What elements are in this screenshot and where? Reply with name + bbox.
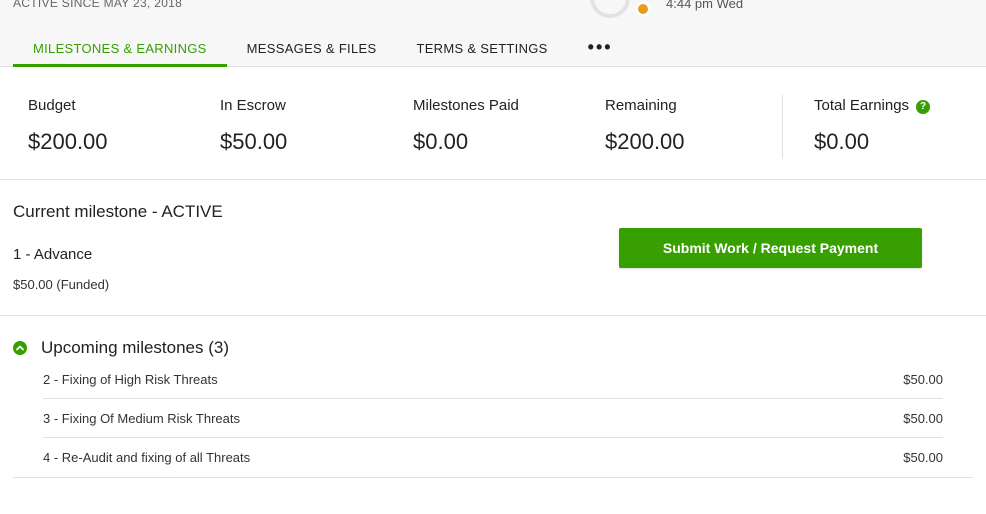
- tab-terms-settings[interactable]: TERMS & SETTINGS: [396, 33, 567, 67]
- stat-label: Total Earnings?: [814, 97, 931, 114]
- more-options-icon[interactable]: •••: [568, 33, 633, 67]
- stat-budget: Budget $200.00: [28, 97, 108, 155]
- local-time: 4:44 pm Wed: [666, 0, 744, 11]
- online-status-icon: [636, 2, 650, 16]
- upcoming-milestones-toggle[interactable]: Upcoming milestones (3): [13, 338, 229, 358]
- list-item: 2 - Fixing of High Risk Threats $50.00: [43, 360, 943, 399]
- section-divider: [13, 477, 973, 478]
- stat-label: Milestones Paid: [413, 97, 519, 114]
- tab-bar: MILESTONES & EARNINGS MESSAGES & FILES T…: [13, 33, 633, 67]
- milestone-name: 2 - Fixing of High Risk Threats: [43, 372, 218, 387]
- stat-milestones-paid: Milestones Paid $0.00: [413, 97, 519, 155]
- milestone-amount: $50.00: [903, 411, 943, 426]
- milestone-amount: $50.00: [903, 450, 943, 465]
- tab-milestones-earnings[interactable]: MILESTONES & EARNINGS: [13, 33, 227, 67]
- earnings-summary: Budget $200.00 In Escrow $50.00 Mileston…: [0, 67, 986, 180]
- upcoming-milestones-list: 2 - Fixing of High Risk Threats $50.00 3…: [43, 360, 943, 477]
- stat-label: Remaining: [605, 97, 677, 114]
- stat-value: $0.00: [814, 129, 870, 154]
- stat-value: $0.00: [413, 129, 469, 154]
- current-milestone-amount: $50.00 (Funded): [13, 277, 110, 292]
- stat-total-earnings: Total Earnings? $0.00: [814, 97, 931, 155]
- stat-value: $200.00: [605, 129, 685, 154]
- milestone-name: 4 - Re-Audit and fixing of all Threats: [43, 450, 251, 465]
- stats-divider: [782, 95, 783, 159]
- current-milestone-section: Current milestone - ACTIVE 1 - Advance $…: [0, 180, 986, 316]
- contract-header: ACTIVE SINCE MAY 23, 2018 4:44 pm Wed MI…: [0, 0, 986, 67]
- stat-label-text: Total Earnings: [814, 97, 910, 114]
- current-milestone-name: 1 - Advance: [13, 246, 93, 263]
- milestone-amount: $50.00: [903, 372, 943, 387]
- help-icon[interactable]: ?: [916, 100, 931, 114]
- chevron-up-icon: [13, 341, 27, 355]
- active-since-text: ACTIVE SINCE MAY 23, 2018: [13, 0, 183, 10]
- upcoming-milestones-title: Upcoming milestones (3): [41, 338, 230, 357]
- tab-messages-files[interactable]: MESSAGES & FILES: [227, 33, 397, 67]
- list-item: 3 - Fixing Of Medium Risk Threats $50.00: [43, 399, 943, 438]
- stat-remaining: Remaining $200.00: [605, 97, 685, 155]
- list-item: 4 - Re-Audit and fixing of all Threats $…: [43, 438, 943, 477]
- stat-value: $200.00: [28, 129, 108, 154]
- stat-label: In Escrow: [220, 97, 286, 114]
- stat-value: $50.00: [220, 129, 288, 154]
- milestone-name: 3 - Fixing Of Medium Risk Threats: [43, 411, 240, 426]
- stat-label: Budget: [28, 97, 76, 114]
- upcoming-milestones-section: Upcoming milestones (3) 2 - Fixing of Hi…: [0, 316, 986, 514]
- stat-in-escrow: In Escrow $50.00: [220, 97, 287, 155]
- current-milestone-title: Current milestone - ACTIVE: [13, 202, 223, 221]
- submit-work-button[interactable]: Submit Work / Request Payment: [619, 228, 922, 268]
- avatar[interactable]: [590, 0, 630, 18]
